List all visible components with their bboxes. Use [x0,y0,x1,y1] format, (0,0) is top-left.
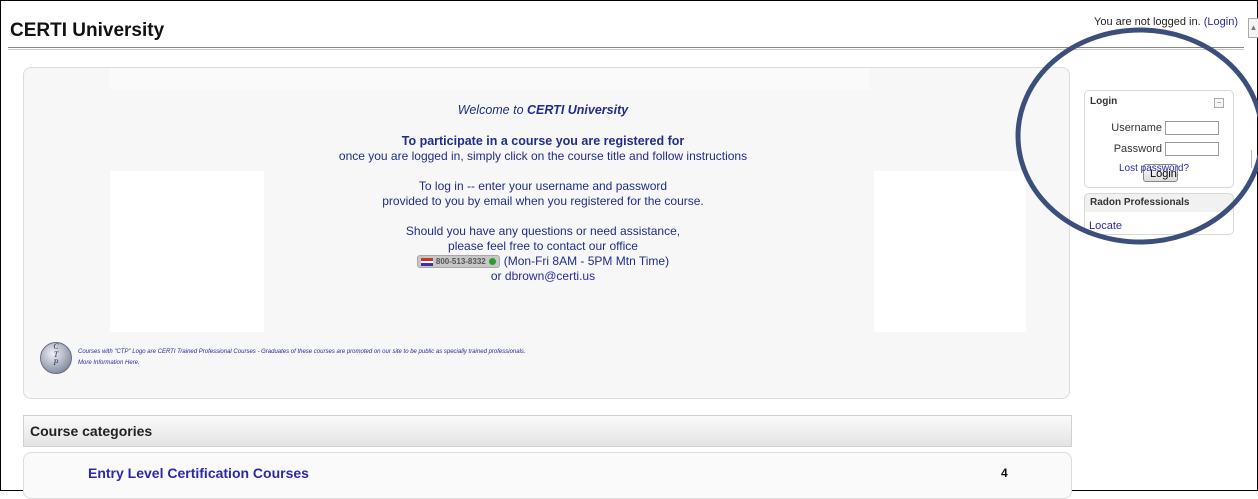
professionals-block-title: Radon Professionals [1090,197,1190,208]
login-status: You are not logged in. (Login) [1094,16,1238,28]
right-image-placeholder [874,171,1026,332]
email-line: or dbrown@certi.us [268,269,818,284]
course-categories-header: Course categories [23,415,1072,447]
login-status-text: You are not logged in. [1094,16,1201,28]
contact-paragraph: Should you have any questions or need as… [268,224,818,284]
ctp-note-text: Courses with "CTP" Logo are CERTI Traine… [78,349,526,355]
phone-row: 800-513-8332 (Mon-Fri 8AM - 5PM Mtn Time… [268,254,818,269]
category-link[interactable]: Entry Level Certification Courses [88,465,309,481]
contact-line1: Should you have any questions or need as… [405,224,681,238]
ctp-note: Courses with "CTP" Logo are CERTI Traine… [78,349,778,366]
phone-badge[interactable]: 800-513-8332 [416,255,500,268]
contact-line2: please feel free to contact our office [448,239,638,253]
email-link[interactable]: dbrown@certi.us [505,269,595,283]
welcome-title-prefix: Welcome to [457,103,524,117]
header-divider [8,47,1244,48]
phone-hours: (Mon-Fri 8AM - 5PM Mtn Time) [503,254,670,268]
header-divider-shadow [8,49,1244,50]
email-prefix: or [490,269,502,283]
welcome-title-brand: CERTI University [527,103,629,117]
login-instructions-line2: provided to you by email when you regist… [382,194,704,208]
course-categories-title: Course categories [30,423,153,439]
login-instructions-line1: To log in -- enter your username and pas… [418,179,668,193]
ctp-logo-letter-p: P [53,358,59,367]
lost-password-link[interactable]: Lost password? [1119,163,1189,174]
login-instructions-paragraph: To log in -- enter your username and pas… [268,179,818,209]
username-input[interactable] [1165,121,1219,135]
welcome-title: Welcome to CERTI University [268,103,818,118]
header-login-link[interactable]: (Login) [1204,16,1238,28]
welcome-banner-area [110,68,870,90]
category-course-count: 4 [1001,466,1008,480]
scrollbar-grip[interactable] [1251,150,1258,168]
site-title[interactable]: CERTI University [10,20,164,42]
category-row: Entry Level Certification Courses 4 [23,452,1072,499]
ctp-logo-icon: C T P [40,342,72,374]
participate-paragraph: To participate in a course you are regis… [268,134,818,164]
participate-instructions: once you are logged in, simply click on … [338,149,748,163]
phone-number: 800-513-8332 [435,257,486,266]
participate-heading: To participate in a course you are regis… [401,134,685,148]
locate-link[interactable]: Locate [1089,220,1122,232]
collapse-icon[interactable]: − [1214,98,1224,108]
password-input[interactable] [1165,142,1219,156]
call-icon [488,258,496,265]
left-image-placeholder [110,171,264,332]
professionals-block-header: Radon Professionals [1084,193,1234,212]
welcome-message: Welcome to CERTI University To participa… [268,103,818,284]
username-label: Username [1111,122,1162,134]
scroll-up-arrow-icon[interactable]: ▲ [1248,18,1258,38]
us-flag-icon [420,257,433,266]
password-label: Password [1113,143,1162,155]
login-block-title: Login [1090,96,1118,107]
more-information-link[interactable]: More Information Here. [78,360,778,366]
